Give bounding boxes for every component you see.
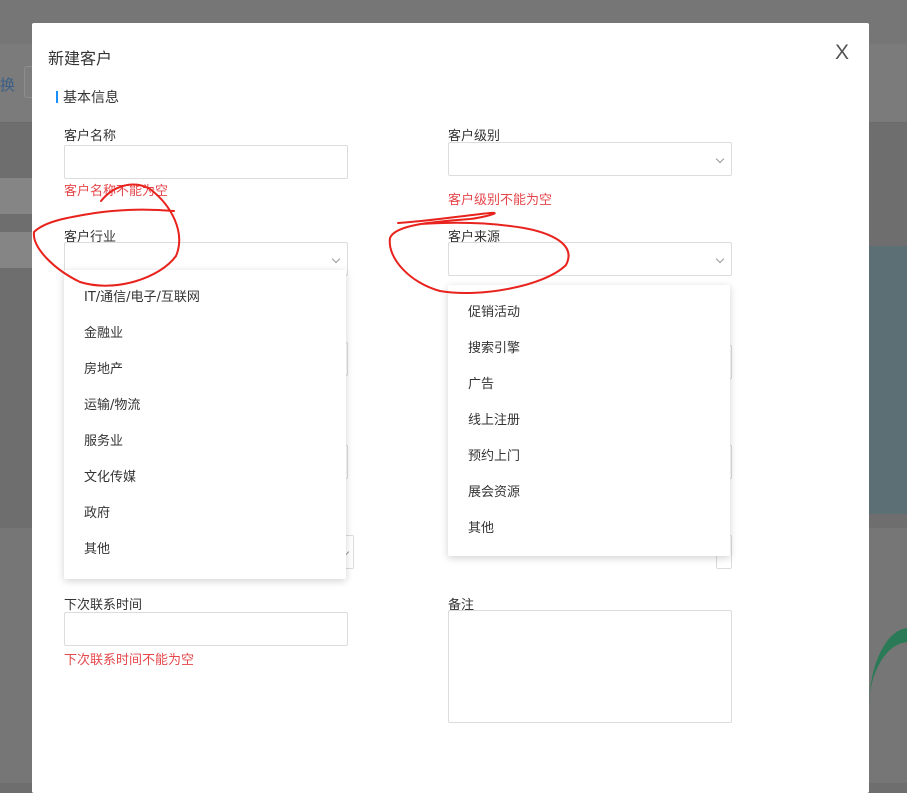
background-row xyxy=(0,178,32,214)
source-option[interactable]: 其他 xyxy=(448,511,730,547)
next-contact-time-error: 下次联系时间不能为空 xyxy=(64,653,195,668)
source-option[interactable]: 预约上门 xyxy=(448,439,730,475)
section-title: 基本信息 xyxy=(63,90,119,106)
background-map xyxy=(869,246,907,514)
chevron-down-icon xyxy=(715,154,725,164)
chevron-down-icon xyxy=(715,254,725,264)
chevron-down-icon xyxy=(331,254,341,264)
customer-source-select[interactable] xyxy=(448,242,732,276)
industry-option[interactable]: IT/通信/电子/互联网 xyxy=(64,280,346,316)
next-contact-time-input[interactable] xyxy=(64,612,348,646)
section-marker xyxy=(56,91,58,103)
industry-option[interactable]: 运输/物流 xyxy=(64,388,346,424)
industry-option[interactable]: 文化传媒 xyxy=(64,460,346,496)
modal-title: 新建客户 xyxy=(48,49,113,68)
next-contact-time-label: 下次联系时间 xyxy=(64,598,143,613)
background-panel xyxy=(0,528,32,783)
industry-option[interactable]: 政府 xyxy=(64,496,346,532)
customer-level-select[interactable] xyxy=(448,142,732,176)
industry-option[interactable]: 其他 xyxy=(64,532,346,568)
source-option[interactable]: 广告 xyxy=(448,367,730,403)
background-row xyxy=(0,232,32,268)
industry-option[interactable]: 金融业 xyxy=(64,316,346,352)
customer-name-label: 客户名称 xyxy=(64,129,117,144)
source-option[interactable]: 线上注册 xyxy=(448,403,730,439)
industry-dropdown: IT/通信/电子/互联网 金融业 房地产 运输/物流 服务业 文化传媒 政府 其… xyxy=(64,270,346,579)
source-option[interactable]: 展会资源 xyxy=(448,475,730,511)
close-button[interactable]: X xyxy=(835,41,849,65)
remarks-textarea[interactable] xyxy=(448,610,732,723)
customer-level-error: 客户级别不能为空 xyxy=(448,193,553,208)
source-dropdown: 促销活动 搜索引擎 广告 线上注册 预约上门 展会资源 其他 xyxy=(448,285,730,556)
customer-name-input[interactable] xyxy=(64,145,348,179)
source-option[interactable]: 促销活动 xyxy=(448,295,730,331)
customer-name-error: 客户名称不能为空 xyxy=(64,184,169,199)
source-option[interactable]: 搜索引擎 xyxy=(448,331,730,367)
industry-option[interactable]: 服务业 xyxy=(64,424,346,460)
industry-option[interactable]: 房地产 xyxy=(64,352,346,388)
new-customer-modal: 新建客户 X 基本信息 客户名称 客户名称不能为空 客户级别 客户级别不能为空 … xyxy=(32,23,869,793)
background-link-text: 换 xyxy=(0,76,16,94)
